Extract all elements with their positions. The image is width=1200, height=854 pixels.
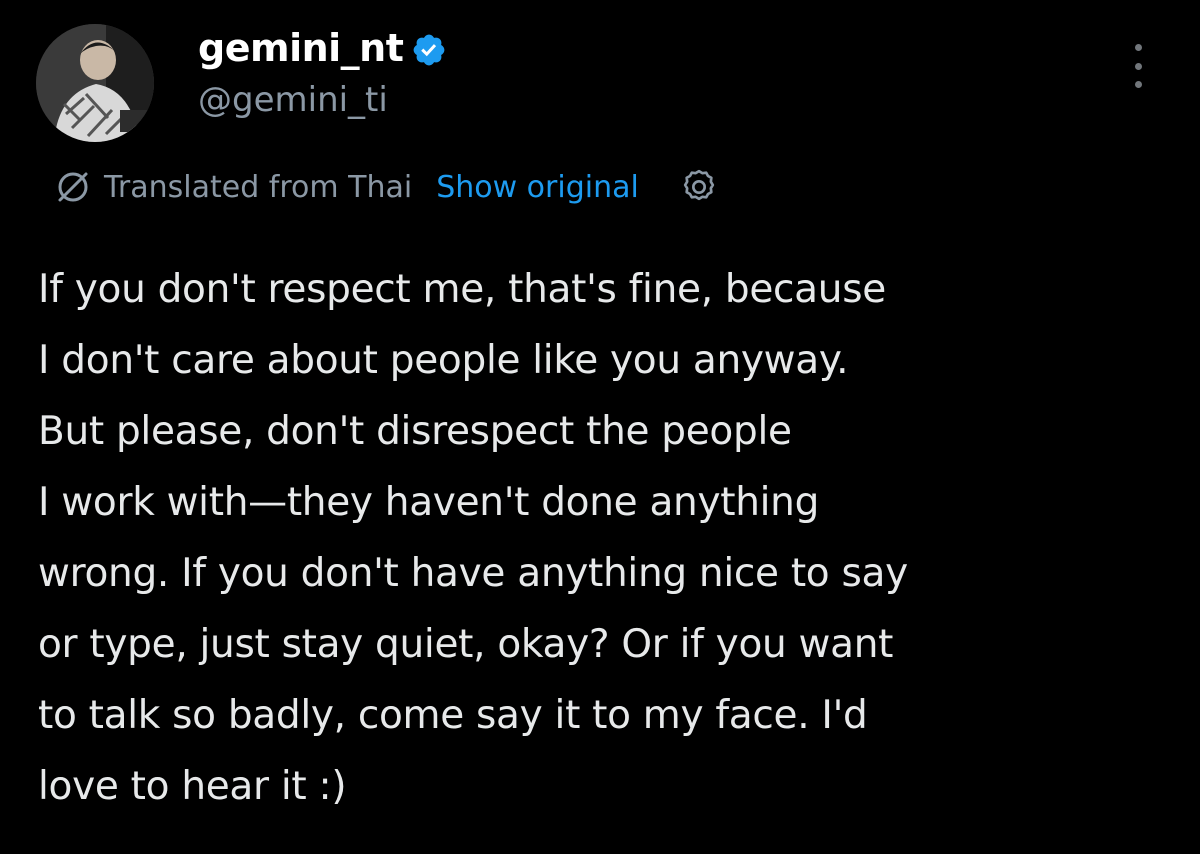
- tweet-card: gemini_nt @gemini_ti Translated from Tha…: [0, 0, 1200, 854]
- translated-from-label: Translated from Thai: [104, 169, 413, 205]
- avatar[interactable]: [36, 24, 154, 142]
- translation-bar: Translated from Thai Show original: [52, 164, 719, 210]
- display-name[interactable]: gemini_nt: [198, 26, 404, 70]
- profile-photo-icon: [36, 24, 154, 142]
- show-original-link[interactable]: Show original: [436, 170, 639, 205]
- more-vertical-icon[interactable]: [1118, 42, 1158, 90]
- more-dot: [1134, 62, 1142, 70]
- more-dot: [1134, 44, 1142, 51]
- translate-icon: [52, 166, 94, 208]
- tweet-text: If you don't respect me, that's fine, be…: [38, 267, 908, 809]
- verified-badge-icon: [411, 32, 447, 68]
- more-dot: [1134, 81, 1142, 88]
- author-handle[interactable]: @gemini_ti: [198, 80, 388, 120]
- author-name-row[interactable]: gemini_nt: [198, 22, 447, 74]
- gear-icon[interactable]: [679, 167, 719, 207]
